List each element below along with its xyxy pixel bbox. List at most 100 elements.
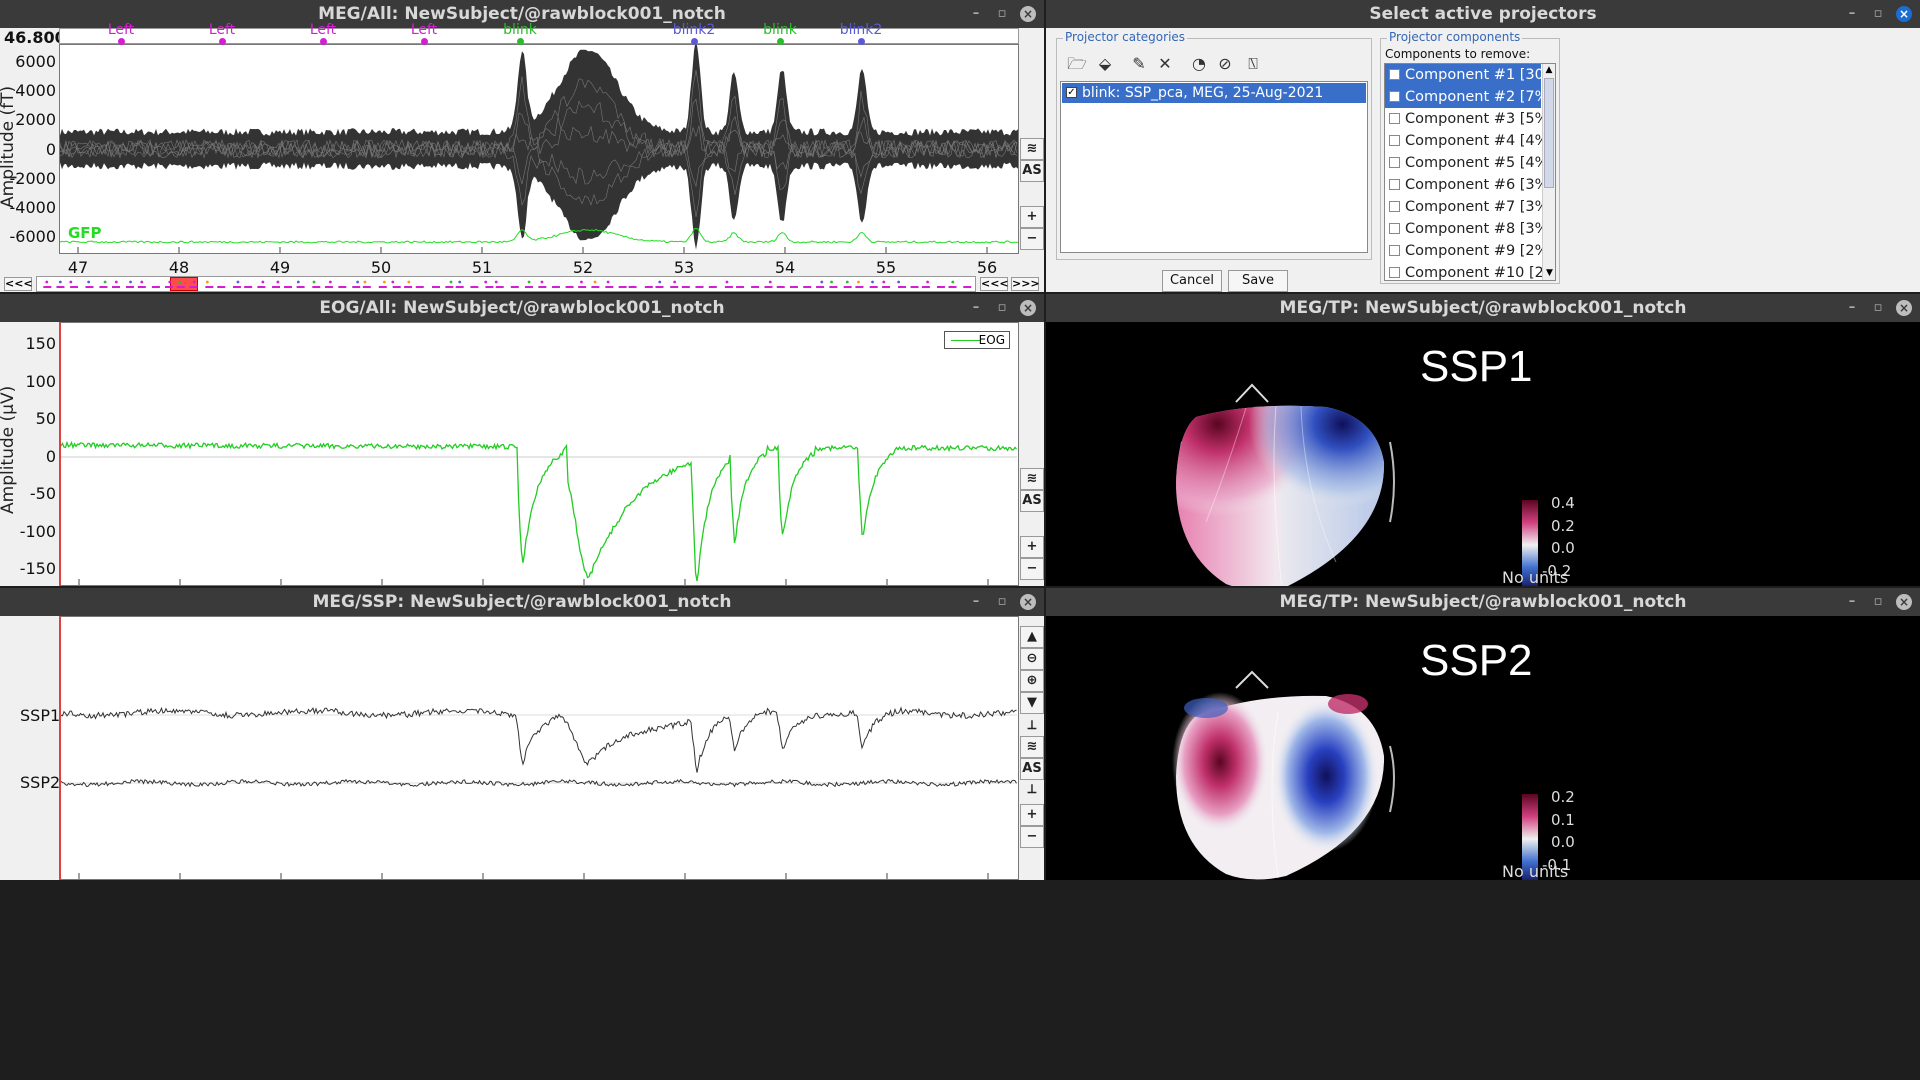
zoom-out-icon[interactable]: ⊖ <box>1020 648 1044 670</box>
event-marker-left[interactable]: Left <box>293 22 353 45</box>
component-checkbox[interactable] <box>1389 69 1400 80</box>
event-marker-blink2[interactable]: blink2 <box>831 22 891 45</box>
topo2-titlebar[interactable]: MEG/TP: NewSubject/@rawblock001_notch – … <box>1046 588 1920 616</box>
signal-icon[interactable]: ⍂ <box>1241 53 1265 75</box>
close-icon[interactable]: × <box>1020 300 1036 316</box>
zoom-in-button[interactable]: + <box>1020 206 1044 228</box>
zoom-in-button[interactable]: + <box>1020 536 1044 558</box>
restore-icon[interactable]: ▫ <box>994 0 1010 28</box>
eog-plot-area[interactable]: EOG <box>59 322 1019 586</box>
nav-prev-button[interactable]: <<< <box>980 277 1009 291</box>
event-marker-left[interactable]: Left <box>91 22 151 45</box>
component-item[interactable]: Component #6 [3%] <box>1385 174 1554 196</box>
components-list[interactable]: Component #1 [30%] Component #2 [7%] Compo… <box>1384 63 1556 281</box>
component-item[interactable]: Component #10 [2%] <box>1385 262 1555 280</box>
topo1-title: MEG/TP: NewSubject/@rawblock001_notch <box>1279 298 1687 318</box>
autoscale-button[interactable]: AS <box>1020 490 1044 512</box>
close-icon[interactable]: × <box>1896 300 1912 316</box>
component-item[interactable]: Component #1 [30%] <box>1385 64 1555 86</box>
scroll-down-icon[interactable]: ▼ <box>1543 267 1555 280</box>
component-item[interactable]: Component #7 [3%] <box>1385 196 1554 218</box>
delete-icon[interactable]: ✕ <box>1153 53 1177 75</box>
topography-icon[interactable]: ◔ <box>1187 53 1211 75</box>
topo1-titlebar[interactable]: MEG/TP: NewSubject/@rawblock001_notch – … <box>1046 294 1920 322</box>
minimize-icon[interactable]: – <box>1844 294 1860 322</box>
meg-ssp-titlebar[interactable]: MEG/SSP: NewSubject/@rawblock001_notch –… <box>0 588 1044 616</box>
nav-next-button[interactable]: >>> <box>1011 277 1040 291</box>
scale-icon[interactable]: ≋ <box>1020 468 1044 490</box>
component-checkbox[interactable] <box>1389 267 1400 278</box>
minimize-icon[interactable]: – <box>1844 588 1860 616</box>
gain-down-icon[interactable]: ⟂ <box>1020 780 1044 802</box>
restore-icon[interactable]: ▫ <box>994 588 1010 616</box>
event-marker-left[interactable]: Left <box>192 22 252 45</box>
component-checkbox[interactable] <box>1389 201 1400 212</box>
minimize-icon[interactable]: – <box>968 0 984 28</box>
zoom-in-button[interactable]: + <box>1020 804 1044 826</box>
autoscale-button[interactable]: AS <box>1020 758 1044 780</box>
timeline-event-dot <box>882 280 886 284</box>
scale-icon[interactable]: ≋ <box>1020 736 1044 758</box>
category-item-blink[interactable]: ✓ blink: SSP_pca, MEG, 25-Aug-2021 18:01… <box>1062 83 1366 121</box>
restore-icon[interactable]: ▫ <box>994 294 1010 322</box>
event-marker-blink[interactable]: blink <box>750 22 810 45</box>
hide-topography-icon[interactable]: ⊘ <box>1213 53 1237 75</box>
folder-open-icon[interactable]: 🗁 <box>1065 53 1089 75</box>
component-checkbox[interactable] <box>1389 91 1400 102</box>
minimize-icon[interactable]: – <box>968 588 984 616</box>
copy-icon[interactable]: ⬙ <box>1093 53 1117 75</box>
zoom-out-button[interactable]: − <box>1020 558 1044 580</box>
component-item[interactable]: Component #3 [5%] <box>1385 108 1554 130</box>
component-checkbox[interactable] <box>1389 223 1400 234</box>
eog-ytick: -100 <box>19 521 56 541</box>
restore-icon[interactable]: ▫ <box>1870 0 1886 28</box>
scroll-thumb[interactable] <box>1544 78 1554 188</box>
nav-prev-page-button[interactable]: <<< <box>4 277 33 291</box>
zoom-out-button[interactable]: − <box>1020 826 1044 848</box>
component-checkbox[interactable] <box>1389 157 1400 168</box>
close-icon[interactable]: × <box>1020 594 1036 610</box>
eog-all-titlebar[interactable]: EOG/All: NewSubject/@rawblock001_notch –… <box>0 294 1044 322</box>
eog-ytick: -150 <box>19 559 56 578</box>
timeline-overview[interactable] <box>36 276 976 292</box>
projector-categories-list[interactable]: ✓ blink: SSP_pca, MEG, 25-Aug-2021 18:01… <box>1060 81 1368 253</box>
scroll-up-button[interactable]: ▲ <box>1020 626 1044 648</box>
scale-icon[interactable]: ≋ <box>1020 138 1044 160</box>
components-scrollbar[interactable]: ▲ ▼ <box>1542 64 1555 280</box>
scroll-up-icon[interactable]: ▲ <box>1543 64 1555 77</box>
component-checkbox[interactable] <box>1389 135 1400 146</box>
autoscale-button[interactable]: AS <box>1020 160 1044 182</box>
meg-plot-area[interactable] <box>59 39 1019 254</box>
ssp-plot-area[interactable] <box>59 616 1019 880</box>
event-marker-blink2[interactable]: blink2 <box>664 22 724 45</box>
component-item[interactable]: Component #4 [4%] <box>1385 130 1554 152</box>
cancel-button[interactable]: Cancel <box>1162 270 1222 292</box>
topo2-content[interactable]: SSP2 No units 0.20.10.0-0.1-0.2 <box>1046 616 1920 880</box>
edit-icon[interactable]: ✎ <box>1127 53 1151 75</box>
zoom-in-icon[interactable]: ⊕ <box>1020 670 1044 692</box>
event-marker-blink[interactable]: blink <box>490 22 550 45</box>
event-marker-left[interactable]: Left <box>394 22 454 45</box>
topo1-content[interactable]: SSP1 No units 0.40.20.0-0.2-0.4 <box>1046 322 1920 586</box>
close-icon[interactable]: × <box>1020 6 1036 22</box>
component-item[interactable]: Component #2 [7%] <box>1385 86 1554 108</box>
zoom-out-button[interactable]: − <box>1020 228 1044 250</box>
minimize-icon[interactable]: – <box>1844 0 1860 28</box>
projectors-titlebar[interactable]: Select active projectors – ▫ × <box>1046 0 1920 28</box>
scroll-down-button[interactable]: ▼ <box>1020 692 1044 714</box>
close-icon[interactable]: × <box>1896 6 1912 22</box>
component-item[interactable]: Component #8 [3%] <box>1385 218 1554 240</box>
category-checkbox[interactable]: ✓ <box>1066 87 1077 98</box>
component-checkbox[interactable] <box>1389 179 1400 190</box>
restore-icon[interactable]: ▫ <box>1870 588 1886 616</box>
timeline-event-mark <box>605 286 614 288</box>
component-checkbox[interactable] <box>1389 113 1400 124</box>
gain-up-icon[interactable]: ⟂ <box>1020 716 1044 738</box>
restore-icon[interactable]: ▫ <box>1870 294 1886 322</box>
component-checkbox[interactable] <box>1389 245 1400 256</box>
component-item[interactable]: Component #5 [4%] <box>1385 152 1554 174</box>
save-button[interactable]: Save <box>1228 270 1288 292</box>
close-icon[interactable]: × <box>1896 594 1912 610</box>
component-item[interactable]: Component #9 [2%] <box>1385 240 1554 262</box>
minimize-icon[interactable]: – <box>968 294 984 322</box>
